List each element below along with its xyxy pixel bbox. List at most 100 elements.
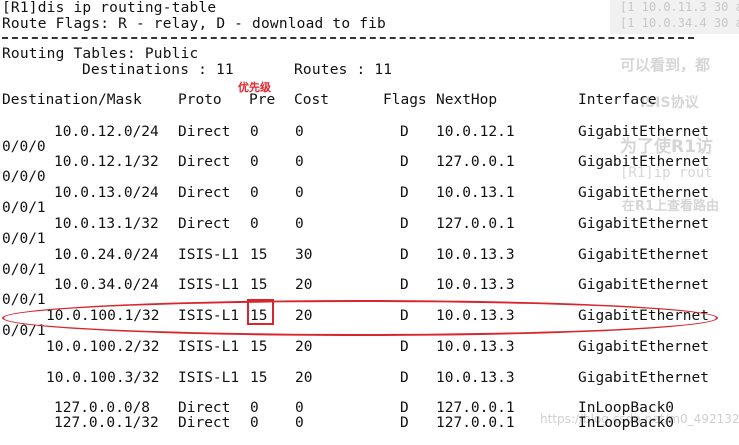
cell-cost: 0 xyxy=(295,216,304,232)
table-row: 10.0.100.3/32 ISIS-L1 15 20 D 10.0.13.3 Gigabi… xyxy=(0,370,739,400)
cell-nexthop: 127.0.0.1 xyxy=(436,400,515,416)
cell-flags: D xyxy=(400,247,409,263)
cell-cost: 0 xyxy=(295,124,304,140)
cell-pre: 0 xyxy=(250,185,259,201)
cell-flags: D xyxy=(400,185,409,201)
routes-count: Routes : 11 xyxy=(294,62,393,78)
col-flags: Flags xyxy=(383,92,427,108)
col-pre: Pre xyxy=(249,92,276,108)
cell-pre: 15 xyxy=(250,339,268,355)
cell-interface: GigabitEthernet xyxy=(578,370,709,386)
cell-pre: 15 xyxy=(250,370,268,386)
cell-cost: 0 xyxy=(295,185,304,201)
cell-destination: 10.0.34.0/24 xyxy=(54,277,159,293)
cell-nexthop: 10.0.13.3 xyxy=(436,277,515,293)
separator-dashes xyxy=(2,37,694,39)
cell-interface: GigabitEthernet xyxy=(578,124,709,140)
cell-destination: 10.0.100.3/32 xyxy=(46,370,160,386)
col-destination: Destination/Mask xyxy=(2,92,142,108)
destinations-count: Destinations : 11 xyxy=(82,62,234,78)
cell-pre: 15 xyxy=(250,247,268,263)
cell-cost: 0 xyxy=(295,415,304,431)
cell-destination: 10.0.12.0/24 xyxy=(54,124,159,140)
cell-destination: 10.0.13.0/24 xyxy=(54,185,159,201)
cell-destination: 10.0.13.1/32 xyxy=(54,216,159,232)
route-flags-line: Route Flags: R - relay, D - download to … xyxy=(2,16,386,32)
cell-nexthop: 127.0.0.1 xyxy=(436,216,515,232)
cell-nexthop: 10.0.13.1 xyxy=(436,185,515,201)
col-cost: Cost xyxy=(294,92,329,108)
background-text: 可以看到，都 xyxy=(620,56,711,74)
col-nexthop: NextHop xyxy=(436,92,498,108)
highlight-box xyxy=(247,299,274,325)
cell-interface-port: 0/0/1 xyxy=(2,200,46,216)
cell-proto: Direct xyxy=(178,400,231,416)
cell-destination: 10.0.24.0/24 xyxy=(54,247,159,263)
cell-interface-port: 0/0/1 xyxy=(2,262,46,278)
cell-pre: 0 xyxy=(250,216,259,232)
cell-proto: ISIS-L1 xyxy=(178,247,240,263)
cell-pre: 0 xyxy=(250,154,259,170)
cell-pre: 0 xyxy=(250,400,259,416)
cell-interface: GigabitEthernet xyxy=(578,339,709,355)
table-row: 10.0.24.0/24 ISIS-L1 15 30 D 10.0.13.3 Gigabit… xyxy=(0,247,739,278)
cell-flags: D xyxy=(400,415,409,431)
table-row: 10.0.12.1/32 Direct 0 0 D 127.0.0.1 GigabitEth… xyxy=(0,154,739,185)
cell-proto: Direct xyxy=(178,415,231,431)
cell-nexthop: 10.0.13.3 xyxy=(436,247,515,263)
cell-flags: D xyxy=(400,154,409,170)
cell-interface: InLoopBack0 xyxy=(578,415,675,431)
cell-nexthop: 127.0.0.1 xyxy=(436,154,515,170)
cell-cost: 20 xyxy=(295,370,313,386)
col-interface: Interface xyxy=(578,92,657,108)
cell-proto: Direct xyxy=(178,185,231,201)
cell-flags: D xyxy=(400,400,409,416)
cell-destination: 10.0.100.2/32 xyxy=(46,339,160,355)
cell-flags: D xyxy=(400,277,409,293)
cell-nexthop: 10.0.12.1 xyxy=(436,124,515,140)
cell-flags: D xyxy=(400,216,409,232)
cell-interface: GigabitEthernet xyxy=(578,185,709,201)
cell-interface: GigabitEthernet xyxy=(578,247,709,263)
cell-interface-port: 0/0/0 xyxy=(2,139,46,155)
cell-cost: 30 xyxy=(295,247,313,263)
cell-flags: D xyxy=(400,124,409,140)
cell-pre: 0 xyxy=(250,124,259,140)
cell-cost: 0 xyxy=(295,400,304,416)
cell-proto: Direct xyxy=(178,154,231,170)
cell-proto: ISIS-L1 xyxy=(178,370,240,386)
table-row: 10.0.100.2/32 ISIS-L1 15 20 D 10.0.13.3 Gigabi… xyxy=(0,339,739,369)
cell-cost: 20 xyxy=(295,339,313,355)
cell-interface: InLoopBack0 xyxy=(578,400,675,416)
cell-destination: 127.0.0.0/8 xyxy=(54,400,151,416)
cell-interface: GigabitEthernet xyxy=(578,154,709,170)
cell-nexthop: 10.0.13.3 xyxy=(436,370,515,386)
command-line: [R1]dis ip routing-table xyxy=(2,0,217,16)
col-proto: Proto xyxy=(178,92,222,108)
cell-interface: GigabitEthernet xyxy=(578,216,709,232)
cell-proto: Direct xyxy=(178,124,231,140)
cell-cost: 20 xyxy=(295,277,313,293)
cell-flags: D xyxy=(400,370,409,386)
background-text: [1 10.0.11.3 30 a xyxy=(620,0,739,14)
table-row: 10.0.13.1/32 Direct 0 0 D 127.0.0.1 GigabitEth… xyxy=(0,216,739,247)
highlight-oval xyxy=(2,300,718,336)
cell-proto: Direct xyxy=(178,216,231,232)
cell-interface-port: 0/0/1 xyxy=(2,292,46,308)
cell-destination: 127.0.0.1/32 xyxy=(54,415,159,431)
cell-interface: GigabitEthernet xyxy=(578,277,709,293)
cell-nexthop: 10.0.13.3 xyxy=(436,339,515,355)
cell-nexthop: 127.0.0.1 xyxy=(436,415,515,431)
cell-flags: D xyxy=(400,339,409,355)
cell-interface-port: 0/0/0 xyxy=(2,169,46,185)
table-row: 10.0.12.0/24 Direct 0 0 D 10.0.12.1 GigabitEth… xyxy=(0,124,739,155)
routing-tables-label: Routing Tables: Public xyxy=(2,46,199,62)
cell-destination: 10.0.12.1/32 xyxy=(54,154,159,170)
cell-proto: ISIS-L1 xyxy=(178,277,240,293)
cell-proto: ISIS-L1 xyxy=(178,339,240,355)
cell-cost: 0 xyxy=(295,154,304,170)
cell-pre: 15 xyxy=(250,277,268,293)
cell-interface-port: 0/0/1 xyxy=(2,231,46,247)
cell-pre: 0 xyxy=(250,415,259,431)
background-text: [1 10.0.34.4 30 a xyxy=(620,16,739,30)
